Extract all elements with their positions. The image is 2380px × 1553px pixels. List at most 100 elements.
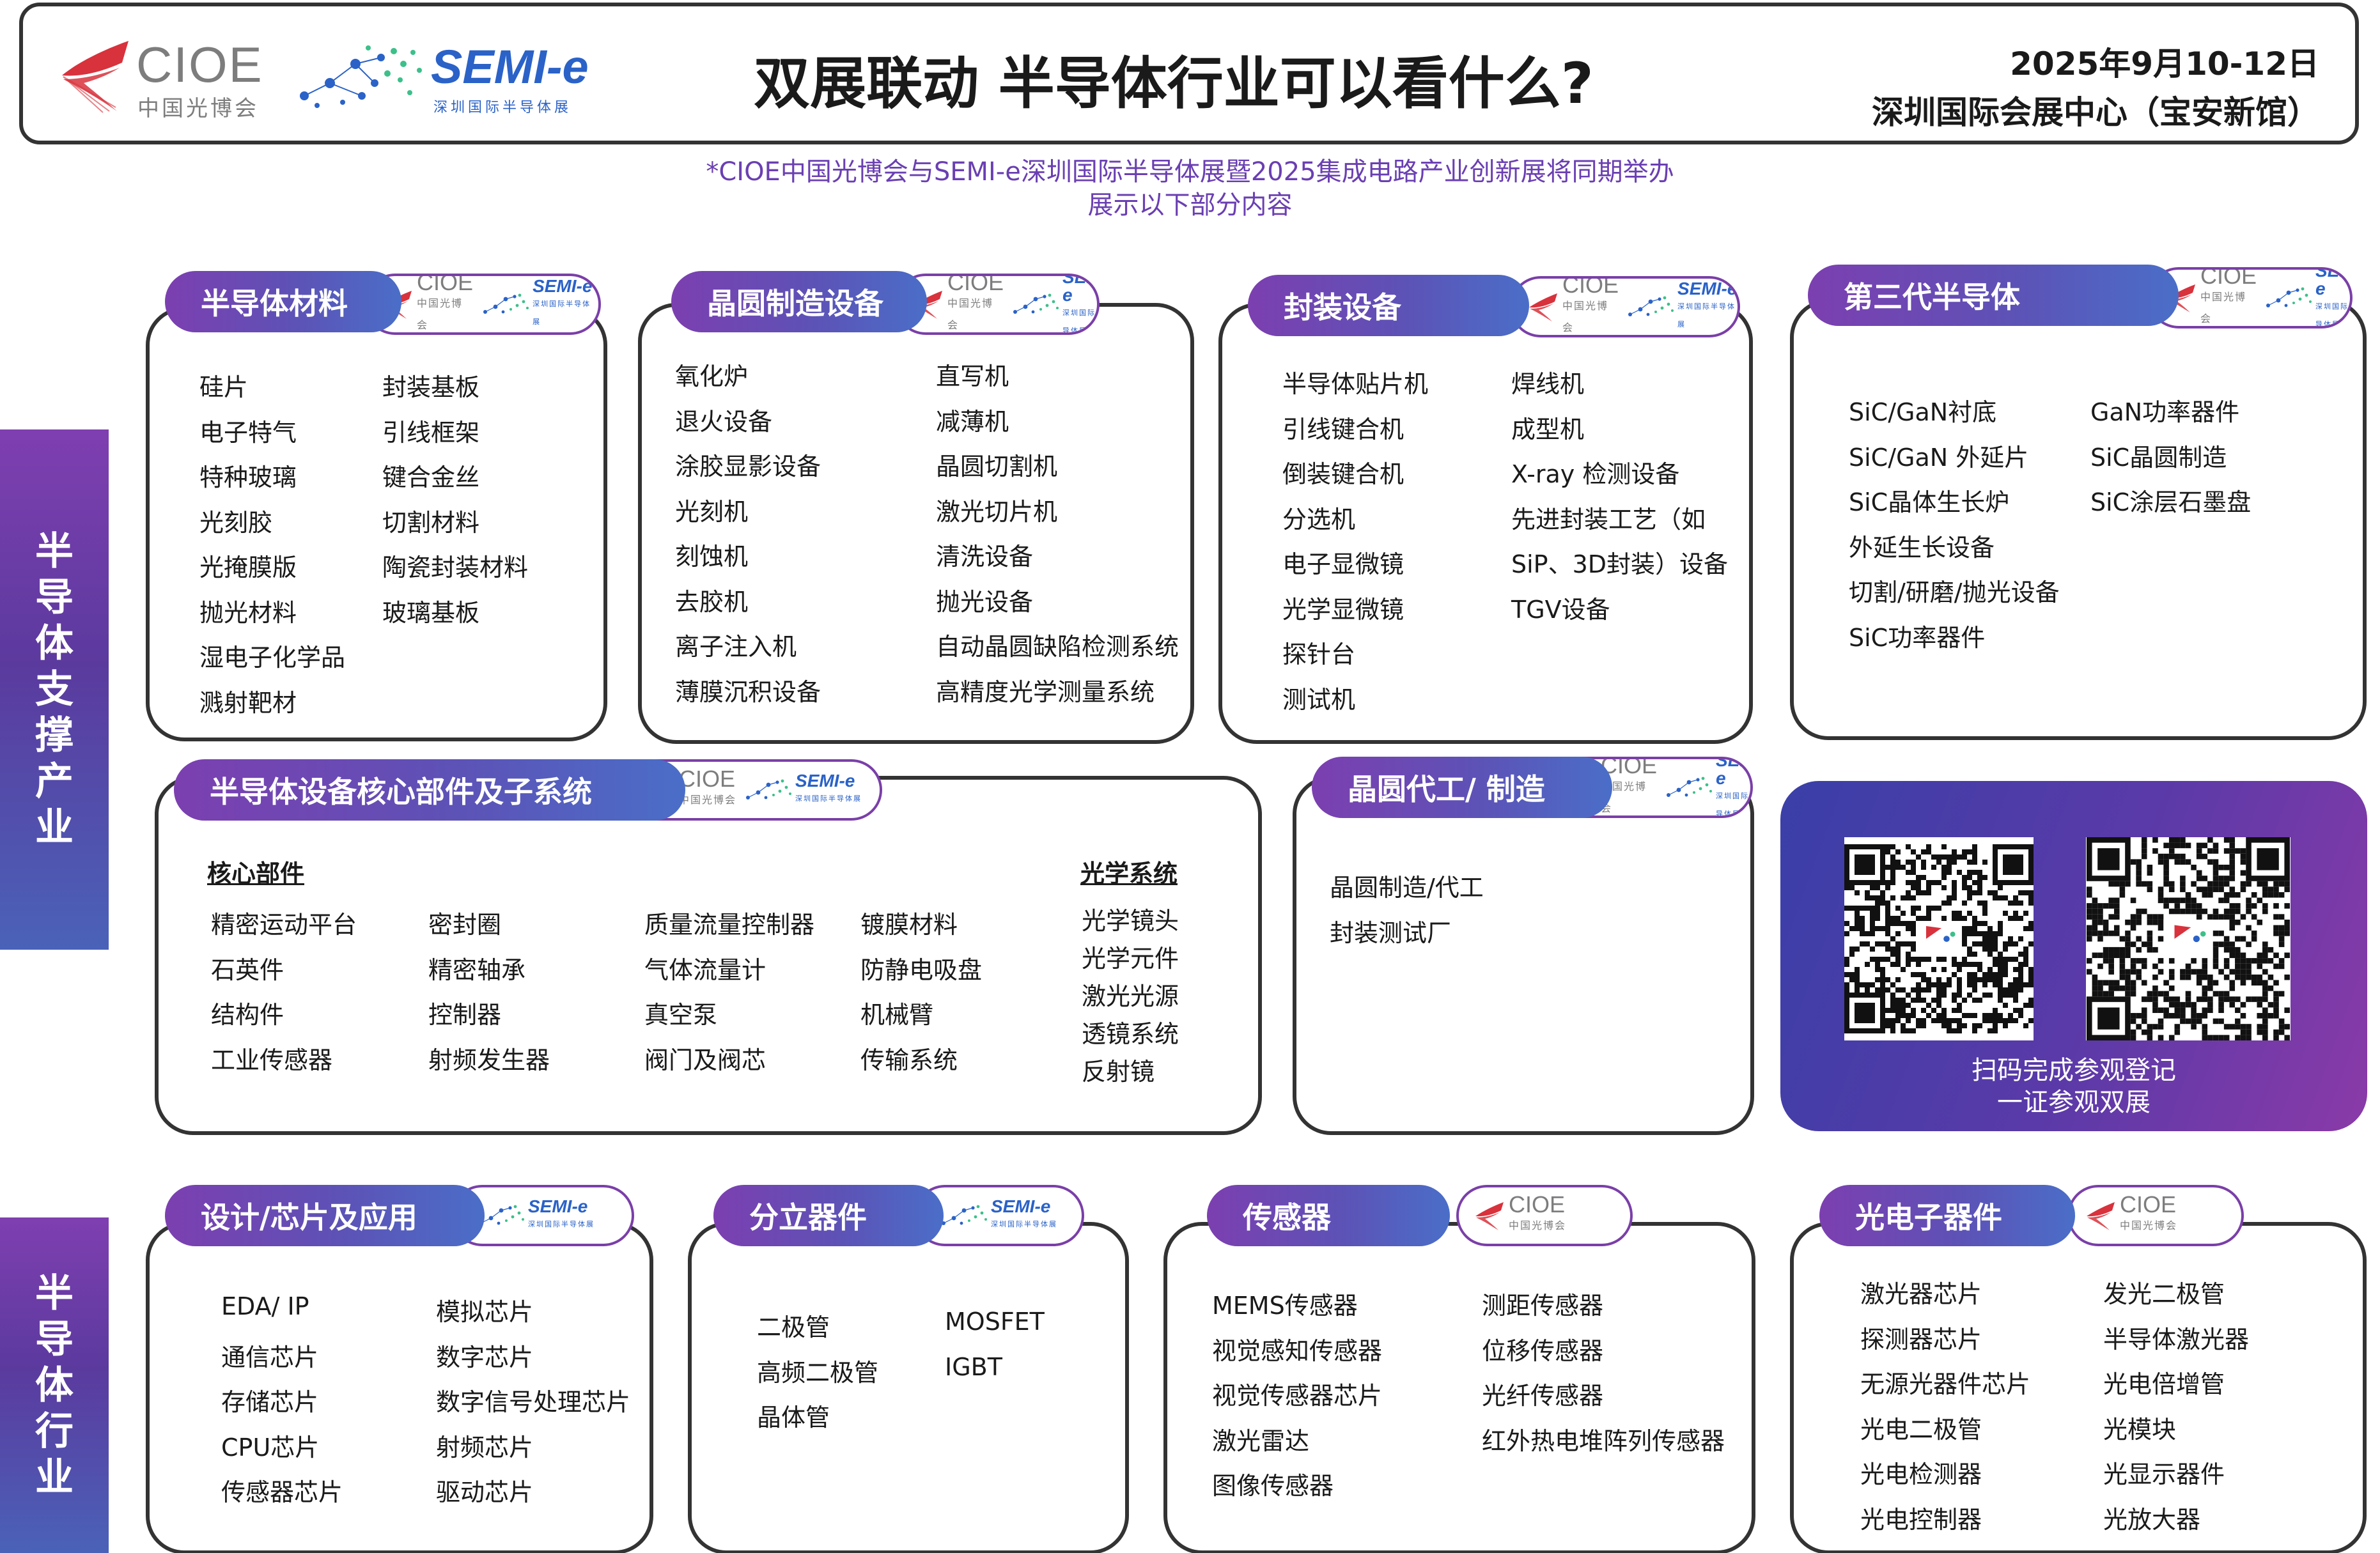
section-title-tab: 设计/芯片及应用 xyxy=(165,1185,485,1246)
list-item: 切割材料 xyxy=(382,508,480,537)
badge-cioe-sublabel: 中国光博会 xyxy=(2120,1221,2178,1232)
cioe-logo-subtext: 中国光博会 xyxy=(137,96,259,121)
badge-semi-label: SEMI-e xyxy=(1062,274,1100,305)
list-item: 特种玻璃 xyxy=(199,463,297,491)
badge-cioe-sublabel: 中国光博会 xyxy=(1562,301,1609,334)
list-item: 激光雷达 xyxy=(1212,1426,1310,1455)
badge-cioe-sublabel: 中国光博会 xyxy=(2200,292,2247,325)
badge-cioe-sublabel: 中国光博会 xyxy=(1509,1221,1567,1232)
badge-cioe-text: CIOE 中国光博会 xyxy=(1562,276,1619,335)
list-item: CPU芯片 xyxy=(221,1433,320,1462)
list-item: 切割/研磨/抛光设备 xyxy=(1849,578,2060,607)
side-label-char: 业 xyxy=(35,805,74,850)
list-item: 晶圆切割机 xyxy=(936,452,1058,481)
cioe-wing-icon xyxy=(2087,1202,2115,1230)
badge-cioe-label: CIOE xyxy=(2120,1191,2177,1217)
list-item: 分选机 xyxy=(1282,505,1356,534)
side-label-char: 体 xyxy=(35,1363,74,1408)
badge-semi-sublabel: 深圳国际半导体展 xyxy=(528,1221,595,1228)
list-item: 视觉传感器芯片 xyxy=(1212,1382,1383,1410)
semi-e-logo: SEMI-e 深圳国际半导体展 xyxy=(292,35,598,124)
card-third-gen-semiconductor xyxy=(1790,299,2367,740)
card-wafer-foundry xyxy=(1293,776,1754,1135)
list-item: 数字信号处理芯片 xyxy=(436,1388,631,1416)
list-item: 焊线机 xyxy=(1511,370,1585,398)
list-item: 红外热电堆阵列传感器 xyxy=(1482,1426,1725,1455)
list-item: 电子显微镜 xyxy=(1282,550,1404,578)
badge-cioe-text: CIOE 中国光博会 xyxy=(679,768,736,812)
list-item: 外延生长设备 xyxy=(1849,533,1995,562)
list-item: 光电二极管 xyxy=(1860,1415,1982,1444)
side-label-semiconductor-industry: 半导体行业 xyxy=(0,1217,109,1553)
list-item: 光放大器 xyxy=(2103,1505,2201,1534)
badge-semi-sublabel: 深圳国际半导体展 xyxy=(795,795,862,803)
badge-cioe-text: CIOE 中国光博会 xyxy=(417,274,474,332)
list-item: 键合金丝 xyxy=(382,463,480,491)
badge-semi-label: SEMI-e xyxy=(2315,267,2353,298)
badge-cioe-label: CIOE xyxy=(1562,276,1619,298)
list-item: 反射镜 xyxy=(1082,1058,1155,1086)
list-item: 图像传感器 xyxy=(1212,1472,1334,1500)
list-item: 光电倍增管 xyxy=(2103,1370,2225,1398)
list-item: GaN功率器件 xyxy=(2090,398,2240,426)
list-item: 光电检测器 xyxy=(1860,1460,1982,1488)
semi-network-icon xyxy=(1013,293,1059,314)
semi-network-icon xyxy=(746,779,792,800)
badge-cioe-text: CIOE 中国光博会 xyxy=(1509,1193,1567,1237)
semi-network-icon xyxy=(942,1205,987,1225)
list-item: 光掩膜版 xyxy=(199,553,297,582)
list-item: SiC晶圆制造 xyxy=(2090,443,2227,472)
side-label-char: 行 xyxy=(35,1409,74,1454)
list-item: 模拟芯片 xyxy=(436,1298,534,1326)
show-badge-cioe: CIOE 中国光博会 xyxy=(1456,1185,1633,1246)
semi-network-icon xyxy=(483,293,529,314)
list-item: 测距传感器 xyxy=(1482,1292,1604,1320)
cioe-logo-text: CIOE xyxy=(136,36,263,93)
qr-registration-panel: 扫码完成参观登记 一证参观双展 xyxy=(1780,781,2367,1131)
list-item: EDA/ IP xyxy=(221,1292,309,1320)
qr-code-cioe[interactable] xyxy=(1844,837,2034,1040)
list-item: 质量流量控制器 xyxy=(644,911,815,939)
list-item: SiP、3D封装）设备 xyxy=(1511,550,1729,578)
list-item: 光刻胶 xyxy=(199,508,273,537)
list-item: 透镜系统 xyxy=(1082,1020,1179,1048)
header-bar: CIOE 中国光博会 SEMI-e 深圳国际半导体展 双展联动 半导体行业可以看… xyxy=(19,3,2359,144)
semi-network-icon xyxy=(2266,287,2312,307)
list-item: 密封圈 xyxy=(428,911,502,939)
sub-heading-optical-system: 光学系统 xyxy=(1080,860,1178,888)
section-title-tab: 晶圆代工/ 制造 xyxy=(1312,757,1612,818)
badge-cioe-label: CIOE xyxy=(417,274,474,295)
badge-cioe-text: CIOE 中国光博会 xyxy=(2120,1191,2178,1237)
side-label-char: 体 xyxy=(35,621,74,666)
subtitle-line-1: *CIOE中国光博会与SEMI-e深圳国际半导体展暨2025集成电路产业创新展将… xyxy=(706,157,1674,187)
list-item: X-ray 检测设备 xyxy=(1511,460,1680,488)
list-item: 通信芯片 xyxy=(221,1343,319,1371)
badge-cioe-sublabel: 中国光博会 xyxy=(417,298,463,331)
badge-semi-text: SEMI-e 深圳国际半导体展 xyxy=(528,1198,595,1233)
list-item: SiC/GaN衬底 xyxy=(1849,398,1997,426)
qr-caption-dual-show: 一证参观双展 xyxy=(1997,1088,2151,1117)
list-item: 发光二极管 xyxy=(2103,1280,2225,1308)
list-item: 传感器芯片 xyxy=(221,1478,343,1506)
list-item: 防静电吸盘 xyxy=(860,955,983,984)
badge-semi-label: SEMI-e xyxy=(795,771,855,791)
badge-semi-text: SEMI-e 深圳国际半导体展 xyxy=(533,277,598,331)
badge-semi-sublabel: 深圳国际半导体展 xyxy=(533,300,591,326)
list-item: 阀门及阀芯 xyxy=(644,1046,766,1074)
list-item: 陶瓷封装材料 xyxy=(382,553,529,582)
side-label-char: 半 xyxy=(35,529,74,574)
list-item: 视觉感知传感器 xyxy=(1212,1336,1383,1365)
list-item: 镀膜材料 xyxy=(860,911,958,939)
list-item: 清洗设备 xyxy=(936,543,1034,571)
list-item: 气体流量计 xyxy=(644,955,766,984)
list-item: 光学显微镜 xyxy=(1282,595,1404,624)
side-label-char: 业 xyxy=(35,1455,74,1500)
badge-semi-text: SEMI-e 深圳国际半导体展 xyxy=(991,1198,1057,1233)
qr-code-semi-e[interactable] xyxy=(2086,837,2291,1040)
list-item: 抛光设备 xyxy=(936,587,1034,616)
side-label-support-industry: 半导体支撑产业 xyxy=(0,429,109,950)
list-item: 减薄机 xyxy=(936,407,1009,436)
badge-semi-text: SEMI-e 深圳国际半导体展 xyxy=(1677,280,1738,334)
semi-logo-subtext: 深圳国际半导体展 xyxy=(433,100,572,116)
list-item: SiC/GaN 外延片 xyxy=(1849,443,2029,472)
